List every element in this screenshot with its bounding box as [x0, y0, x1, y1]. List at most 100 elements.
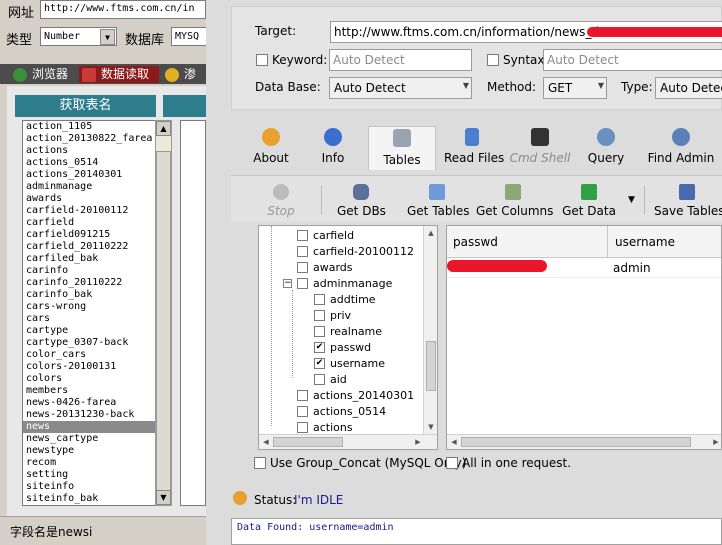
tree-checkbox[interactable]	[297, 278, 308, 289]
menu-read-files[interactable]: Read Files	[444, 126, 504, 170]
list-item[interactable]: news	[23, 421, 171, 433]
scroll-up-icon[interactable]: ▲	[156, 121, 171, 136]
list-item[interactable]: carfield	[23, 217, 171, 229]
url-input[interactable]: http://www.ftms.com.cn/in	[40, 0, 206, 19]
tree-checkbox[interactable]	[297, 390, 308, 401]
tree-checkbox[interactable]	[314, 374, 325, 385]
tree-checkbox[interactable]	[314, 294, 325, 305]
list-item[interactable]: cartype	[23, 325, 171, 337]
table-tree[interactable]: carfield carfield-20100112 awards − admi…	[258, 225, 438, 450]
group-concat-checkbox[interactable]	[254, 457, 266, 469]
list-item[interactable]: news-0426-farea	[23, 397, 171, 409]
list-item[interactable]: actions	[23, 145, 171, 157]
list-item[interactable]: cars	[23, 313, 171, 325]
tree-checkbox[interactable]	[314, 310, 325, 321]
keyword-input[interactable]: Auto Detect	[329, 49, 472, 71]
keyword-checkbox[interactable]	[256, 54, 268, 66]
get-tables-button[interactable]: Get Tables	[407, 180, 469, 220]
checked-checkbox-icon[interactable]: ✔	[314, 342, 325, 353]
list-item[interactable]: colors	[23, 373, 171, 385]
column-header-username[interactable]: username	[615, 235, 675, 249]
list-item[interactable]: members	[23, 385, 171, 397]
scroll-thumb[interactable]	[273, 437, 343, 447]
menu-cmd-shell[interactable]: Cmd Shell	[509, 126, 571, 170]
tree-checkbox[interactable]	[297, 246, 308, 257]
list-item[interactable]: adminmanage	[23, 181, 171, 193]
list-item[interactable]: siteinfo	[23, 481, 171, 493]
list-item[interactable]: carfield_20110222	[23, 241, 171, 253]
list-item[interactable]: carinfo_bak	[23, 289, 171, 301]
tree-checkbox[interactable]	[314, 326, 325, 337]
all-in-one-checkbox[interactable]	[446, 457, 458, 469]
scroll-down-icon[interactable]: ▼	[425, 421, 437, 433]
list-item[interactable]: setting	[23, 469, 171, 481]
scroll-right-icon[interactable]: ▶	[412, 436, 424, 448]
table-list-scrollbar[interactable]: ▲ ▼	[155, 120, 172, 506]
get-columns-button[interactable]: Get Columns	[476, 180, 553, 220]
list-item[interactable]: siteinfo_bak	[23, 493, 171, 505]
tab-browser[interactable]: 浏览器	[10, 66, 76, 83]
column-header-passwd[interactable]: passwd	[453, 235, 498, 249]
menu-about[interactable]: About	[245, 126, 297, 170]
tree-vertical-scrollbar[interactable]: ▲ ▼	[423, 226, 437, 434]
save-tables-button[interactable]: Save Tables	[654, 180, 722, 220]
database-select[interactable]: Auto Detect ▼	[329, 77, 472, 99]
list-item[interactable]: awards	[23, 193, 171, 205]
list-item[interactable]: newstype	[23, 445, 171, 457]
menu-tables[interactable]: Tables	[368, 126, 436, 170]
checked-checkbox-icon[interactable]: ✔	[314, 358, 325, 369]
group-concat-option[interactable]: Use Group_Concat (MySQL Only)	[254, 456, 466, 470]
tree-checkbox[interactable]	[297, 262, 308, 273]
type-select[interactable]: Number ▼	[40, 27, 117, 46]
list-item[interactable]: cars-wrong	[23, 301, 171, 313]
scroll-up-icon[interactable]: ▲	[425, 227, 437, 239]
list-item[interactable]: recom	[23, 457, 171, 469]
syntax-input[interactable]: Auto Detect	[543, 49, 722, 71]
list-item[interactable]: carfield-20100112	[23, 205, 171, 217]
stop-button[interactable]: Stop	[261, 180, 301, 220]
tree-checkbox[interactable]	[297, 230, 308, 241]
log-output[interactable]: Data Found: username=admin	[231, 518, 722, 545]
list-item[interactable]: carfiled_bak	[23, 253, 171, 265]
method-select[interactable]: GET ▼	[543, 77, 607, 99]
scroll-thumb[interactable]	[426, 341, 436, 391]
scroll-thumb[interactable]	[461, 437, 691, 447]
scroll-left-icon[interactable]: ◀	[448, 436, 460, 448]
scroll-left-icon[interactable]: ◀	[260, 436, 272, 448]
column-name-list[interactable]	[180, 120, 206, 506]
list-item[interactable]: carfield091215	[23, 229, 171, 241]
tree-horizontal-scrollbar[interactable]: ◀ ▶	[259, 434, 437, 449]
scroll-right-icon[interactable]: ▶	[710, 436, 721, 448]
tree-checkbox[interactable]	[297, 406, 308, 417]
syntax-checkbox[interactable]	[487, 54, 499, 66]
column-divider[interactable]	[607, 226, 608, 258]
menu-info[interactable]: Info	[311, 126, 355, 170]
menu-query[interactable]: Query	[583, 126, 629, 170]
tab-data-read[interactable]: 数据读取	[79, 66, 159, 83]
get-dbs-button[interactable]: Get DBs	[337, 180, 386, 220]
all-in-one-option[interactable]: All in one request.	[446, 456, 571, 470]
database-select[interactable]: MYSQ	[171, 27, 206, 46]
table-row[interactable]: admin	[447, 258, 721, 278]
scroll-down-icon[interactable]: ▼	[156, 490, 171, 505]
list-item[interactable]: action_1105	[23, 121, 171, 133]
list-item[interactable]: action_20130822_farea	[23, 133, 171, 145]
list-item[interactable]: carinfo_20110222	[23, 277, 171, 289]
tree-checkbox[interactable]	[297, 422, 308, 433]
collapse-icon[interactable]: −	[283, 279, 292, 288]
grid-horizontal-scrollbar[interactable]: ◀ ▶	[447, 434, 721, 449]
list-item[interactable]: actions_0514	[23, 157, 171, 169]
list-item[interactable]: carinfo	[23, 265, 171, 277]
get-data-dropdown-icon[interactable]: ▼	[628, 195, 635, 205]
list-item[interactable]: color_cars	[23, 349, 171, 361]
type-select[interactable]: Auto Detec	[655, 77, 722, 99]
table-name-list[interactable]: action_1105 action_20130822_farea actions a…	[22, 120, 172, 506]
scroll-thumb[interactable]	[156, 151, 171, 491]
list-item[interactable]: actions_20140301	[23, 169, 171, 181]
list-item[interactable]: news-20131230-back	[23, 409, 171, 421]
get-data-button[interactable]: Get Data	[562, 180, 616, 220]
list-item[interactable]: news_cartype	[23, 433, 171, 445]
list-item[interactable]: colors-20100131	[23, 361, 171, 373]
list-item[interactable]: cartype_0307-back	[23, 337, 171, 349]
menu-find-admin[interactable]: Find Admin	[641, 126, 721, 170]
